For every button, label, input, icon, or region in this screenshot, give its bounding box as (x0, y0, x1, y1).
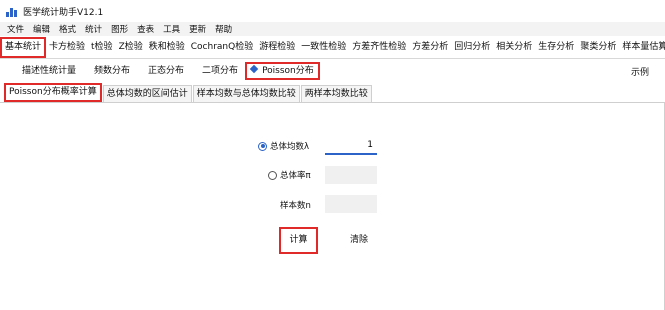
subtab-normal[interactable]: 正态分布 (146, 62, 186, 80)
menu-lookup-table[interactable]: 查表 (137, 23, 154, 35)
mean-input[interactable] (325, 137, 377, 155)
menu-graphics[interactable]: 图形 (111, 23, 128, 35)
rate-input[interactable] (325, 166, 377, 184)
n-input[interactable] (325, 195, 377, 213)
rate-radio[interactable] (268, 170, 277, 180)
subtab-poisson-label: Poisson分布 (262, 66, 314, 76)
tab-cochran-q[interactable]: CochranQ检验 (188, 37, 256, 58)
tab-poisson-probability[interactable]: Poisson分布概率计算 (4, 83, 102, 102)
tab-anova[interactable]: 方差分析 (409, 37, 451, 58)
tab-two-sample[interactable]: 两样本均数比较 (300, 85, 372, 102)
sub-tab-strip: 描述性统计量 频数分布 正态分布 二项分布 Poisson分布 示例 (0, 59, 665, 83)
mean-label: 总体均数λ (270, 142, 310, 152)
clear-button[interactable]: 清除 (344, 231, 374, 249)
n-label: 样本数n (280, 201, 311, 211)
diamond-icon (249, 64, 259, 74)
tab-regression[interactable]: 回归分析 (451, 37, 493, 58)
content-panel: 总体均数λ 总体率π 样本数n 计算 清除 (0, 103, 665, 310)
tab-basic-statistics[interactable]: 基本统计 (0, 36, 47, 58)
tab-homogeneity-variance[interactable]: 方差齐性检验 (349, 37, 409, 58)
subtab-frequency[interactable]: 频数分布 (92, 62, 132, 80)
example-link[interactable]: 示例 (631, 65, 649, 78)
tab-sample-size[interactable]: 样本量估算 (619, 37, 665, 58)
tab-chi-square[interactable]: 卡方检验 (46, 37, 88, 58)
menu-file[interactable]: 文件 (7, 23, 24, 35)
main-tab-strip: 基本统计 卡方检验 t检验 Z检验 秩和检验 CochranQ检验 游程检验 一… (0, 36, 665, 59)
tab-t-test[interactable]: t检验 (88, 37, 116, 58)
tab-correlation[interactable]: 相关分析 (493, 37, 535, 58)
subtab-descriptive[interactable]: 描述性统计量 (20, 62, 78, 80)
menu-update[interactable]: 更新 (189, 23, 206, 35)
rate-option[interactable]: 总体率π (268, 169, 311, 181)
subtab-poisson[interactable]: Poisson分布 (245, 62, 320, 80)
menu-bar: 文件 编辑 格式 统计 图形 查表 工具 更新 帮助 (0, 22, 665, 36)
subtab-binomial[interactable]: 二项分布 (200, 62, 240, 80)
menu-format[interactable]: 格式 (59, 23, 76, 35)
tab-sample-vs-population[interactable]: 样本均数与总体均数比较 (192, 85, 300, 102)
tab-z-test[interactable]: Z检验 (116, 37, 146, 58)
bar-chart-icon (6, 5, 18, 17)
window-title: 医学统计助手V12.1 (23, 7, 104, 18)
menu-help[interactable]: 帮助 (215, 23, 232, 35)
n-row: 样本数n (280, 199, 311, 211)
menu-statistics[interactable]: 统计 (85, 23, 102, 35)
mean-radio[interactable] (258, 141, 267, 151)
tab-runs-test[interactable]: 游程检验 (256, 37, 298, 58)
calculate-button[interactable]: 计算 (279, 227, 318, 254)
menu-edit[interactable]: 编辑 (33, 23, 50, 35)
tab-agreement-test[interactable]: 一致性检验 (298, 37, 349, 58)
rate-label: 总体率π (280, 171, 311, 181)
tab-survival[interactable]: 生存分析 (535, 37, 577, 58)
tab-rank-sum[interactable]: 秩和检验 (146, 37, 188, 58)
mean-option[interactable]: 总体均数λ (258, 140, 309, 152)
menu-tools[interactable]: 工具 (163, 23, 180, 35)
inner-tab-strip: Poisson分布概率计算 总体均数的区间估计 样本均数与总体均数比较 两样本均… (0, 83, 665, 103)
title-bar: 医学统计助手V12.1 (0, 0, 665, 22)
tab-mean-interval[interactable]: 总体均数的区间估计 (102, 85, 192, 102)
tab-cluster[interactable]: 聚类分析 (577, 37, 619, 58)
